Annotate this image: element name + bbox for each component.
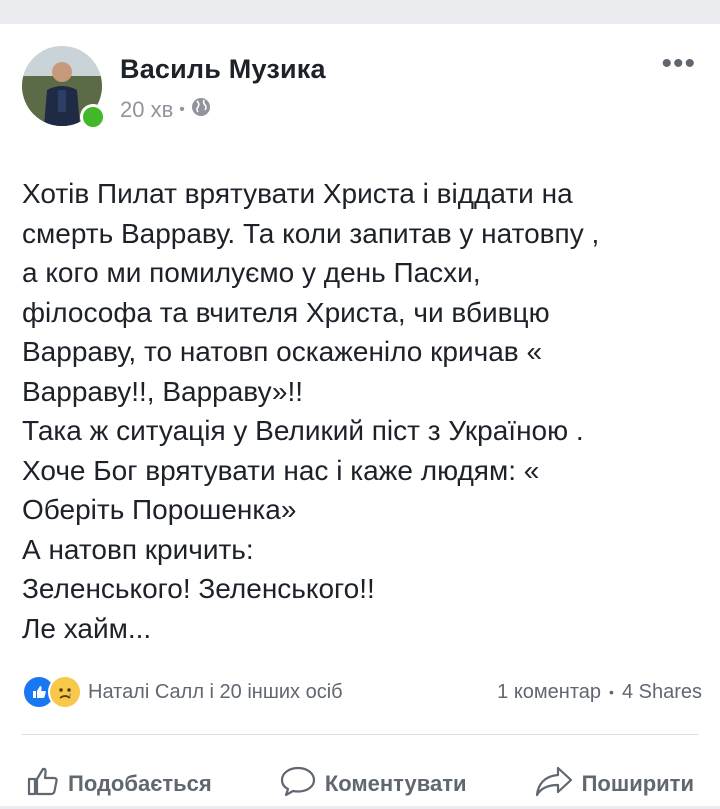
reaction-icons[interactable] [22,675,82,709]
share-button-label: Поширити [581,771,694,796]
comment-icon [279,764,317,804]
share-button[interactable]: Поширити [534,764,694,804]
reactions-bar: Наталі Салл і 20 інших осіб 1 коментар •… [22,674,702,710]
reactions-summary[interactable]: Наталі Салл і 20 інших осіб [88,681,343,704]
post-card: Василь Музика 20 хв • ••• Хотів Пилат вр… [0,24,720,806]
post-text-line: Така ж ситуація у Великий піст з Україно… [22,415,584,446]
author-name[interactable]: Василь Музика [120,54,326,85]
divider [22,734,698,735]
comments-count[interactable]: 1 коментар [497,681,601,704]
action-bar: Подобається Коментувати Поширити [0,759,720,809]
comment-button-label: Коментувати [324,771,467,796]
reactions-separator: • [609,684,614,700]
like-button-label: Подобається [68,771,212,796]
post-text-line: Варраву, то натовп оскаженіло кричав « [22,336,543,367]
post-text-line: А натовп кричить: [22,533,254,565]
meta-separator: • [179,101,185,118]
post-text-line: Варраву!!, Варраву»!! [22,375,304,407]
thumbs-up-icon [26,764,60,804]
globe-icon [191,97,211,123]
post-meta: 20 хв • [120,96,211,124]
post-text-line: Оберіть Порошенка» [22,494,297,525]
post-text-line: філософа та вчителя Христа, чи вбивцю [22,296,550,328]
post-text: Хотів Пилат врятувати Христа і віддати н… [22,174,702,648]
like-button[interactable]: Подобається [26,764,212,804]
post-text-line: Ле хайм... [22,612,152,644]
online-status-icon [80,104,106,130]
post-time[interactable]: 20 хв [120,97,173,123]
post-text-line: Хотів Пилат врятувати Христа і віддати н… [22,178,573,209]
post-text-line: а кого ми помилуємо у день Пасхи, [22,257,481,288]
post-text-line: смерть Варраву. Та коли запитав у натовп… [22,217,600,249]
share-icon [534,764,574,804]
sad-reaction-icon [48,675,82,709]
post-text-line: Хоче Бог врятувати нас і каже людям: « [22,454,540,486]
shares-count[interactable]: 4 Shares [622,681,702,704]
post-text-line: Зеленського! Зеленського!! [22,573,375,604]
comment-button[interactable]: Коментувати [279,764,467,804]
more-options-icon[interactable]: ••• [661,49,696,79]
